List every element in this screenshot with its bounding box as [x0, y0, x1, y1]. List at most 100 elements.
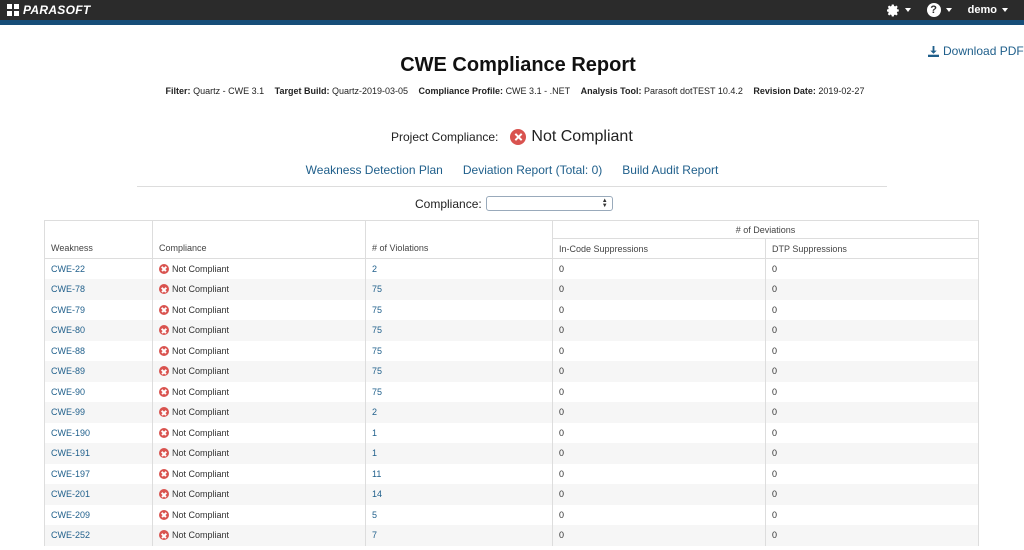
- parasoft-logo[interactable]: PARASOFT: [7, 2, 91, 18]
- user-menu[interactable]: demo: [968, 4, 1008, 16]
- dtp-suppressions-cell: 0: [765, 484, 979, 505]
- weakness-link[interactable]: CWE-201: [51, 489, 90, 499]
- violations-link[interactable]: 11: [372, 469, 381, 479]
- table-row: CWE-22 Not Compliant 2 0 0: [44, 258, 979, 279]
- date-meta-label: Revision Date:: [753, 86, 816, 96]
- weakness-cell: CWE-22: [44, 258, 153, 279]
- not-compliant-icon: [159, 264, 169, 274]
- weakness-link[interactable]: CWE-209: [51, 510, 90, 520]
- violations-link[interactable]: 2: [372, 407, 377, 417]
- weakness-link[interactable]: CWE-78: [51, 284, 85, 294]
- table-row: CWE-197 Not Compliant 11 0 0: [44, 463, 979, 484]
- violations-link[interactable]: 14: [372, 489, 382, 499]
- chevron-down-icon: [904, 8, 911, 12]
- weakness-link[interactable]: CWE-99: [51, 407, 85, 417]
- violations-link[interactable]: 1: [372, 428, 377, 438]
- in-code-suppressions-cell: 0: [552, 320, 766, 341]
- violations-link[interactable]: 2: [372, 264, 377, 274]
- weakness-link[interactable]: CWE-90: [51, 387, 85, 397]
- violations-link[interactable]: 1: [372, 448, 377, 458]
- compliance-status: Not Compliant: [172, 489, 230, 500]
- violations-cell: 75: [365, 361, 553, 382]
- violations-link[interactable]: 75: [372, 387, 382, 397]
- dtp-suppressions-cell: 0: [765, 504, 979, 525]
- not-compliant-icon: [159, 325, 169, 336]
- violations-link[interactable]: 75: [372, 284, 382, 294]
- compliance-status: Not Compliant: [172, 530, 230, 541]
- weakness-link[interactable]: CWE-252: [51, 530, 90, 540]
- table-row: CWE-190 Not Compliant 1 0 0: [44, 422, 979, 443]
- not-compliant-icon: [159, 284, 169, 295]
- compliance-cell: Not Compliant: [152, 422, 366, 443]
- dtp-suppressions-cell: 0: [765, 258, 979, 279]
- compliance-status: Not Compliant: [172, 284, 230, 295]
- weakness-detection-plan-link[interactable]: Weakness Detection Plan: [306, 163, 443, 177]
- compliance-status: Not Compliant: [172, 427, 230, 438]
- chevron-down-icon: [945, 8, 952, 12]
- in-code-suppressions-cell: 0: [552, 402, 766, 423]
- in-code-suppressions-cell: 0: [552, 299, 766, 320]
- violations-link[interactable]: 75: [372, 325, 382, 335]
- compliance-status: Not Compliant: [172, 509, 230, 520]
- dtp-suppressions-cell: 0: [765, 381, 979, 402]
- compliance-select[interactable]: ▲ ▼: [485, 196, 613, 211]
- table-row: CWE-191 Not Compliant 1 0 0: [44, 443, 979, 464]
- weakness-link[interactable]: CWE-88: [51, 346, 85, 356]
- in-code-suppressions-cell: 0: [552, 381, 766, 402]
- violations-link[interactable]: 7: [372, 530, 377, 540]
- violations-link[interactable]: 75: [372, 366, 382, 376]
- weakness-link[interactable]: CWE-22: [51, 264, 85, 274]
- column-header-dtp-suppressions[interactable]: DTP Suppressions: [765, 238, 979, 259]
- divider: [137, 186, 887, 187]
- violations-cell: 75: [365, 299, 553, 320]
- table-row: CWE-90 Not Compliant 75 0 0: [44, 381, 979, 402]
- violations-link[interactable]: 5: [372, 510, 377, 520]
- settings-menu[interactable]: [886, 3, 911, 17]
- column-header-in-code-suppressions[interactable]: In-Code Suppressions: [552, 238, 766, 259]
- weakness-link[interactable]: CWE-79: [51, 305, 85, 315]
- violations-link[interactable]: 75: [372, 346, 382, 356]
- weakness-link[interactable]: CWE-80: [51, 325, 85, 335]
- not-compliant-icon: [159, 366, 169, 377]
- build-meta-value: Quartz-2019-03-05: [331, 86, 409, 96]
- compliance-cell: Not Compliant: [152, 320, 366, 341]
- dtp-suppressions-cell: 0: [765, 279, 979, 300]
- deviation-report-link[interactable]: Deviation Report (Total: 0): [463, 163, 602, 177]
- column-header-weakness[interactable]: Weakness: [44, 220, 153, 259]
- violations-cell: 11: [365, 463, 553, 484]
- compliance-cell: Not Compliant: [152, 381, 366, 402]
- weakness-link[interactable]: CWE-190: [51, 428, 90, 438]
- weakness-link[interactable]: CWE-89: [51, 366, 85, 376]
- parasoft-logo-icon: [7, 4, 20, 16]
- violations-cell: 75: [365, 320, 553, 341]
- in-code-suppressions-cell: 0: [552, 504, 766, 525]
- in-code-suppressions-cell: 0: [552, 484, 766, 505]
- date-meta-value: 2019-02-27: [818, 86, 865, 96]
- dtp-suppressions-cell: 0: [765, 340, 979, 361]
- violations-cell: 2: [365, 402, 553, 423]
- violations-cell: 7: [365, 525, 553, 546]
- violations-cell: 5: [365, 504, 553, 525]
- compliance-cell: Not Compliant: [152, 484, 366, 505]
- navbar-accent-stripe: [0, 20, 1024, 25]
- weakness-cell: CWE-89: [44, 361, 153, 382]
- table-row: CWE-80 Not Compliant 75 0 0: [44, 320, 979, 341]
- build-audit-report-link[interactable]: Build Audit Report: [622, 163, 718, 177]
- column-header-compliance[interactable]: Compliance: [152, 220, 366, 259]
- dtp-suppressions-cell: 0: [765, 463, 979, 484]
- column-header-violations[interactable]: # of Violations: [365, 220, 553, 259]
- violations-cell: 1: [365, 422, 553, 443]
- not-compliant-icon: [159, 407, 169, 418]
- report-links: Weakness Detection Plan Deviation Report…: [0, 163, 1024, 177]
- weakness-link[interactable]: CWE-191: [51, 448, 90, 458]
- violations-link[interactable]: 75: [372, 305, 382, 315]
- in-code-suppressions-cell: 0: [552, 463, 766, 484]
- compliance-filter-label: Compliance:: [415, 196, 482, 211]
- compliance-cell: Not Compliant: [152, 463, 366, 484]
- tool-meta-value: Parasoft dotTEST 10.4.2: [643, 86, 743, 96]
- compliance-cell: Not Compliant: [152, 258, 366, 279]
- help-menu[interactable]: ?: [926, 3, 952, 17]
- build-meta-label: Target Build:: [274, 86, 330, 96]
- weakness-link[interactable]: CWE-197: [51, 469, 90, 479]
- violations-cell: 75: [365, 381, 553, 402]
